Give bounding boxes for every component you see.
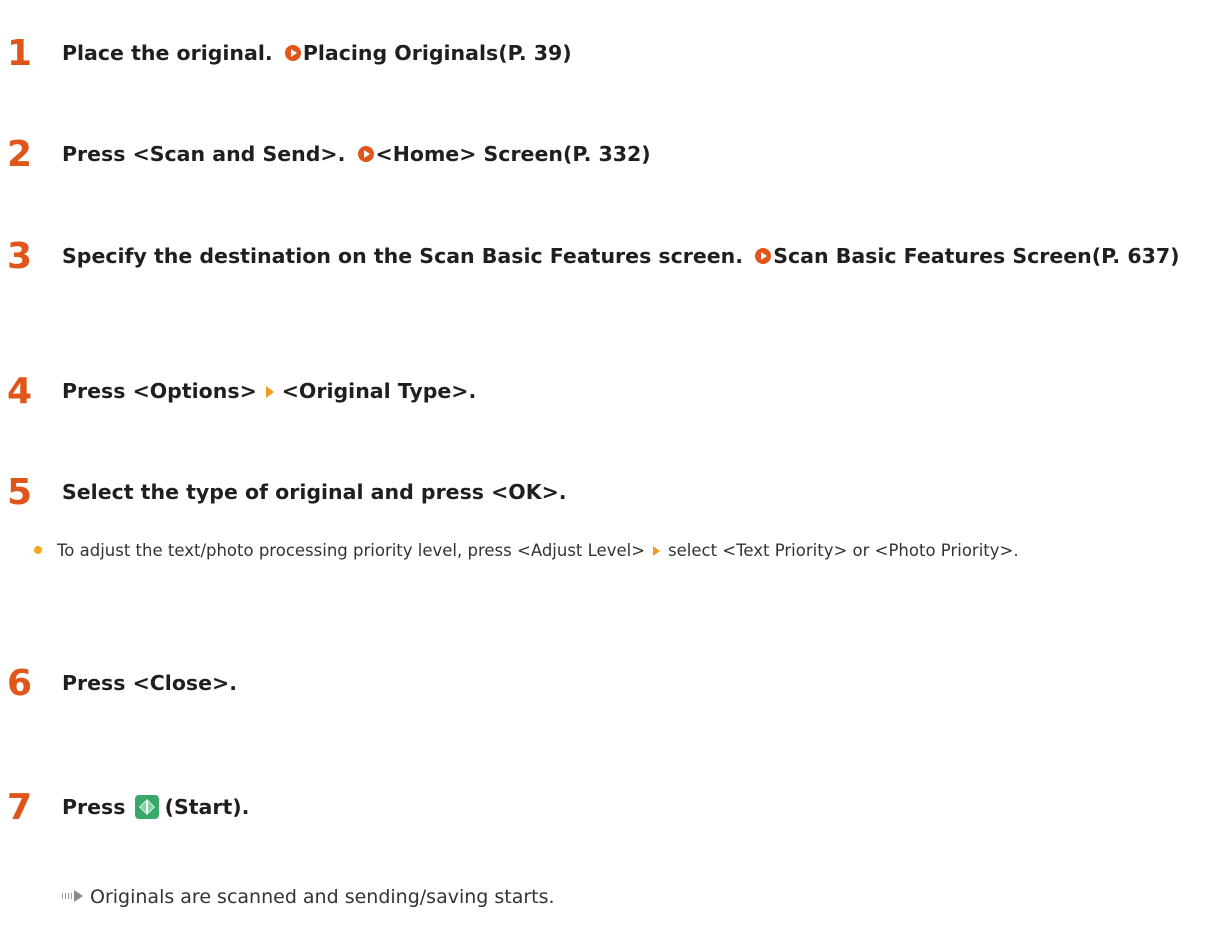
step-title: Press <Options> <Original Type>. bbox=[62, 374, 1202, 408]
triangle-right-icon bbox=[265, 386, 274, 398]
circle-arrow-right-icon bbox=[755, 248, 772, 264]
step-number: 2 bbox=[7, 134, 33, 175]
step-text-after: (Start). bbox=[164, 795, 250, 819]
note-text-after: select <Text Priority> or <Photo Priorit… bbox=[668, 541, 1019, 560]
step-number: 3 bbox=[7, 236, 33, 277]
circle-arrow-right-icon bbox=[357, 146, 374, 162]
triangle-right-icon bbox=[653, 546, 661, 556]
note-text: To adjust the text/photo processing prio… bbox=[57, 536, 1228, 565]
step-number: 6 bbox=[7, 663, 33, 704]
step-title: Specify the destination on the Scan Basi… bbox=[62, 239, 1202, 273]
link-text: Placing Originals(P. 39) bbox=[302, 41, 572, 65]
link-scan-basic-features-screen[interactable]: Scan Basic Features Screen(P. 637) bbox=[750, 244, 1179, 268]
note-text-before: To adjust the text/photo processing prio… bbox=[57, 541, 646, 560]
step-text-after: <Original Type>. bbox=[281, 379, 477, 403]
result-text: Originals are scanned and sending/saving… bbox=[90, 886, 555, 908]
step-number: 4 bbox=[7, 371, 33, 412]
step-title: Press (Start). bbox=[62, 790, 1202, 824]
bullet-icon bbox=[34, 546, 42, 554]
step-text: Press <Close>. bbox=[62, 671, 237, 695]
start-button-icon bbox=[134, 795, 159, 819]
step-title: Press <Scan and Send>. <Home> Screen(P. … bbox=[62, 137, 1202, 171]
step-7-result: Originals are scanned and sending/saving… bbox=[62, 882, 1232, 912]
step-number: 5 bbox=[7, 472, 33, 513]
link-text: <Home> Screen(P. 332) bbox=[375, 142, 651, 166]
link-text: Scan Basic Features Screen(P. 637) bbox=[773, 244, 1180, 268]
step-title: Press <Close>. bbox=[62, 666, 1202, 700]
step-title: Select the type of original and press <O… bbox=[62, 475, 1202, 509]
step-number: 1 bbox=[7, 33, 33, 74]
step-number: 7 bbox=[7, 787, 33, 828]
step-text: Place the original. bbox=[62, 41, 273, 65]
link-home-screen[interactable]: <Home> Screen(P. 332) bbox=[353, 142, 651, 166]
circle-arrow-right-icon bbox=[284, 45, 301, 61]
step-text: Specify the destination on the Scan Basi… bbox=[62, 244, 744, 268]
step-text: Press <Scan and Send>. bbox=[62, 142, 346, 166]
link-placing-originals[interactable]: Placing Originals(P. 39) bbox=[280, 41, 572, 65]
step-text: Select the type of original and press <O… bbox=[62, 480, 567, 504]
step-text-before: Press bbox=[62, 795, 126, 819]
step-title: Place the original. Placing Originals(P.… bbox=[62, 36, 1202, 70]
step-text-before: Press <Options> bbox=[62, 379, 257, 403]
result-arrow-icon bbox=[62, 890, 84, 902]
